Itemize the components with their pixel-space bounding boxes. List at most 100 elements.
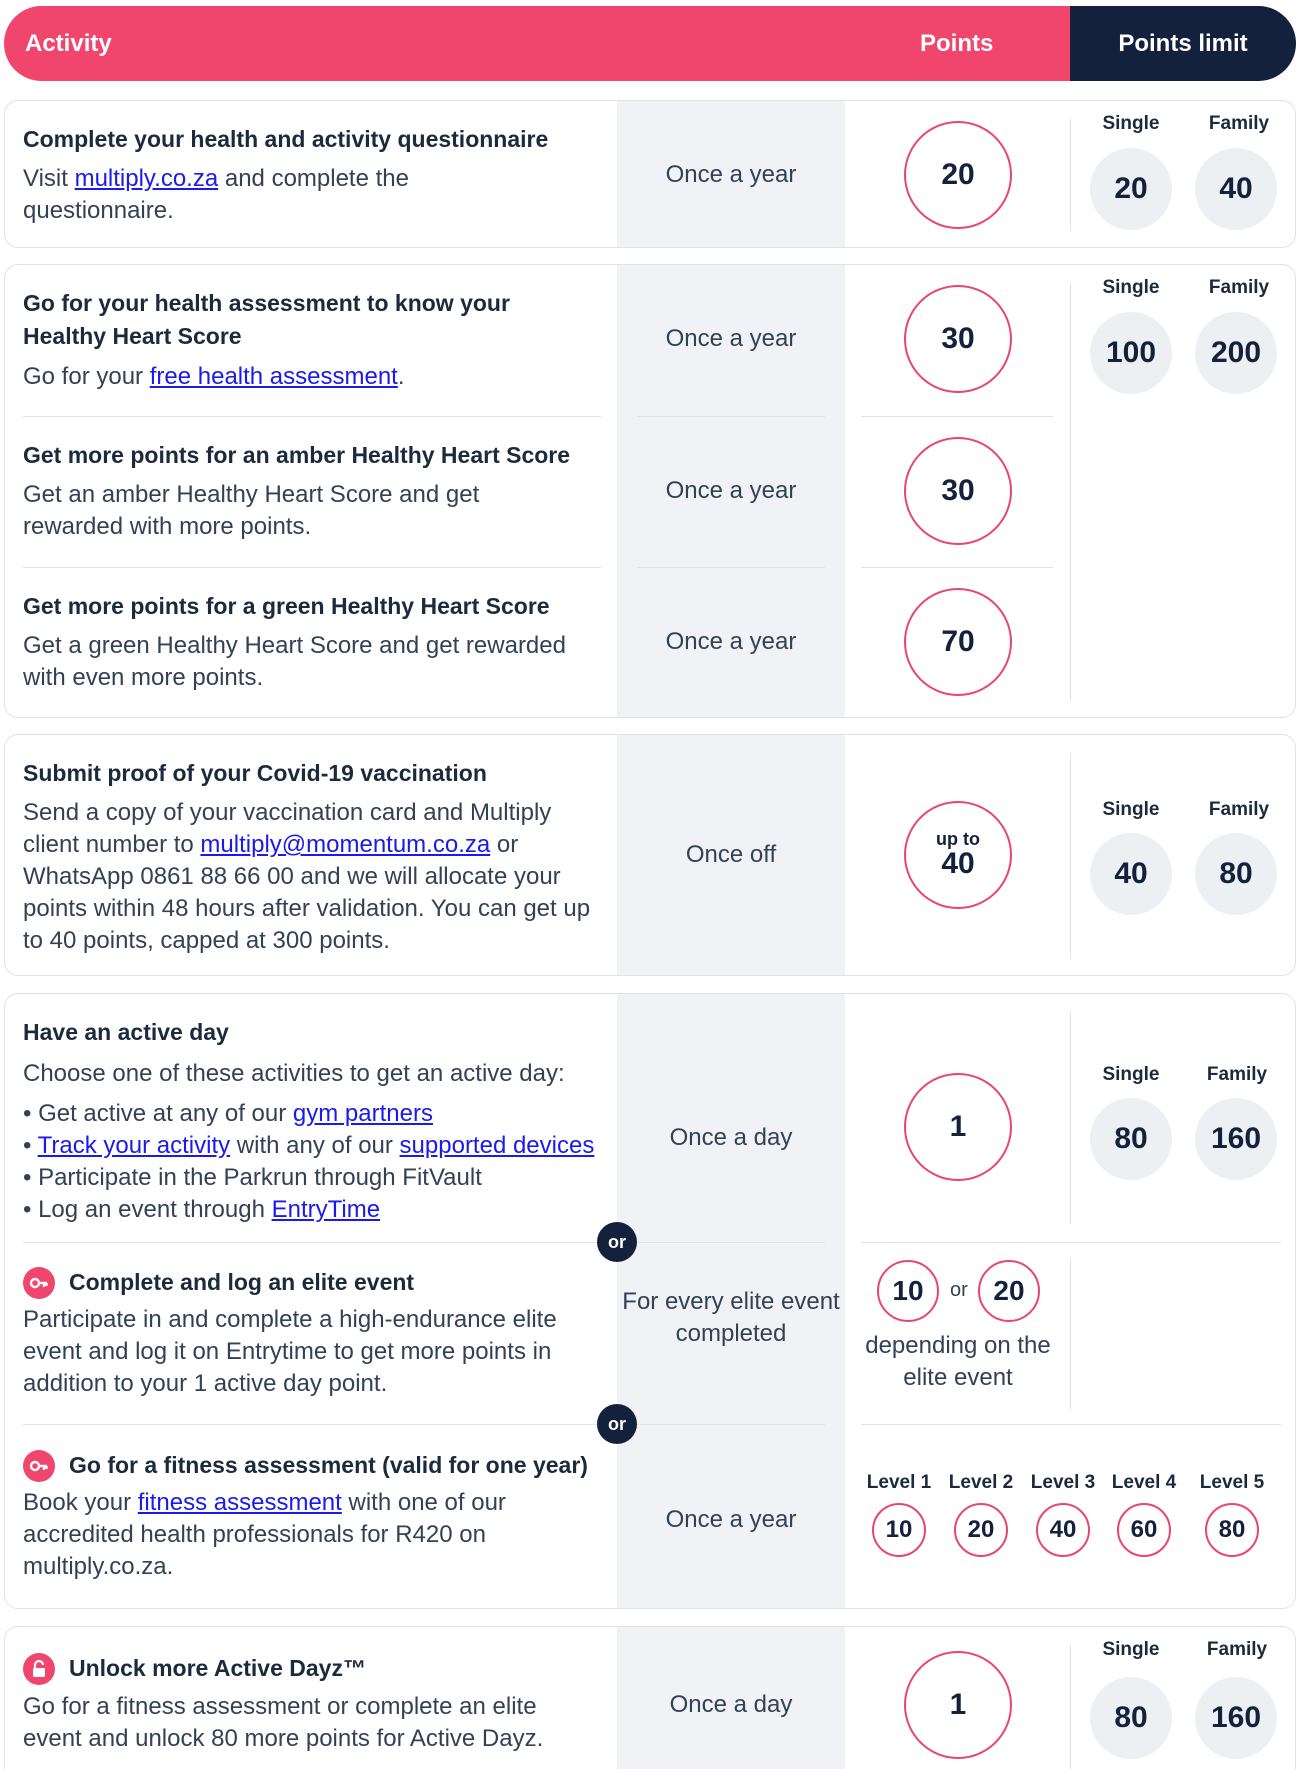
row-description: Get an amber Healthy Heart Score and get… <box>23 481 480 540</box>
limit-single-value: 80 <box>1090 1098 1172 1180</box>
row-description: Participate in and complete a high-endur… <box>23 1306 557 1397</box>
list-item: Log an event through EntryTime <box>23 1194 613 1226</box>
points-circle: up to 40 <box>904 801 1012 909</box>
row-description: Go for your free health assessment. <box>23 361 583 393</box>
or-badge: or <box>597 1222 637 1262</box>
points-value: 40 <box>941 847 975 880</box>
divider <box>1070 1258 1071 1410</box>
divider <box>1070 753 1071 959</box>
divider <box>23 567 601 568</box>
level-label: Level 2 <box>948 1472 1014 1493</box>
limit-single-value: 20 <box>1090 148 1172 230</box>
points-prefix: up to <box>936 829 980 849</box>
or-badge: or <box>597 1404 637 1444</box>
row-title: Get more points for an amber Healthy Hea… <box>23 442 571 468</box>
card-covid: Submit proof of your Covid-19 vaccinatio… <box>4 734 1296 976</box>
level-label: Level 1 <box>866 1472 932 1493</box>
list-item: Participate in the Parkrun through FitVa… <box>23 1162 613 1194</box>
card-unlock: Unlock more Active Dayz™ Go for a fitnes… <box>4 1626 1296 1769</box>
track-activity-link[interactable]: Track your activity <box>38 1132 230 1159</box>
divider <box>861 1242 1281 1243</box>
supported-devices-link[interactable]: supported devices <box>400 1132 595 1159</box>
divider <box>23 1242 601 1243</box>
divider <box>23 1424 601 1425</box>
divider <box>637 1242 825 1243</box>
padlock-icon <box>23 1653 55 1685</box>
row-description: Send a copy of your vaccination card and… <box>23 797 603 957</box>
row-title: Get more points for a green Healthy Hear… <box>23 593 550 619</box>
row-description: Visit multiply.co.za and complete the qu… <box>23 163 483 227</box>
row-frequency: Once a day <box>669 1691 793 1718</box>
row-description: Book your fitness assessment with one of… <box>23 1487 593 1583</box>
limit-single-value: 80 <box>1090 1677 1172 1759</box>
divider <box>1070 119 1071 231</box>
limit-single-label: Single <box>1102 1064 1160 1085</box>
row-title: Complete and log an elite event <box>69 1269 415 1295</box>
activity-list: Get active at any of our gym partners Tr… <box>23 1098 613 1226</box>
email-link[interactable]: multiply@momentum.co.za <box>200 831 490 858</box>
points-circle: 70 <box>904 588 1012 696</box>
limit-single-label: Single <box>1102 799 1160 820</box>
level-points-circle: 10 <box>872 1503 926 1557</box>
divider <box>1070 1012 1071 1224</box>
desc-text: Book your <box>23 1489 138 1516</box>
limit-family-label: Family <box>1206 1639 1268 1660</box>
row-frequency: Once off <box>685 841 777 868</box>
entrytime-link[interactable]: EntryTime <box>272 1196 380 1223</box>
limit-family-label: Family <box>1208 799 1270 820</box>
item-text: with any of our <box>230 1132 400 1159</box>
limit-single-value: 100 <box>1090 312 1172 394</box>
points-circle-b: 20 <box>978 1260 1040 1322</box>
row-frequency: Once a year <box>665 161 797 188</box>
divider <box>637 416 825 417</box>
limit-family-value: 200 <box>1195 312 1277 394</box>
level-label: Level 4 <box>1111 1472 1177 1493</box>
header-main: Activity Points <box>4 6 1070 81</box>
points-circle-a: 10 <box>877 1260 939 1322</box>
divider <box>861 1424 1281 1425</box>
points-note: depending on the elite event <box>865 1332 1051 1391</box>
header-points: Points <box>920 29 994 57</box>
level-label: Level 3 <box>1030 1472 1096 1493</box>
desc-text: . <box>397 363 405 390</box>
header-points-limit: Points limit <box>1070 6 1296 81</box>
limit-family-value: 160 <box>1195 1677 1277 1759</box>
points-circle: 30 <box>904 285 1012 393</box>
points-circle: 1 <box>904 1651 1012 1759</box>
limit-family-label: Family <box>1206 1064 1268 1085</box>
or-text: or <box>950 1279 968 1301</box>
row-frequency: Once a year <box>665 477 797 504</box>
header-activity: Activity <box>25 29 112 57</box>
divider <box>637 1424 825 1425</box>
free-health-assessment-link[interactable]: free health assessment <box>150 363 398 390</box>
row-title: Have an active day <box>23 1019 229 1045</box>
list-item: Track your activity with any of our supp… <box>23 1130 613 1162</box>
row-frequency: Once a year <box>665 628 797 655</box>
row-description: Go for a fitness assessment or complete … <box>23 1693 544 1752</box>
limit-family-label: Family <box>1208 277 1270 298</box>
gym-partners-link[interactable]: gym partners <box>293 1100 433 1127</box>
divider <box>861 416 1053 417</box>
desc-text: Go for your <box>23 363 150 390</box>
level-points-circle: 60 <box>1117 1503 1171 1557</box>
row-title: Unlock more Active Dayz™ <box>69 1655 366 1681</box>
limit-single-label: Single <box>1102 113 1160 134</box>
row-intro: Choose one of these activities to get an… <box>23 1060 565 1087</box>
row-title: Submit proof of your Covid-19 vaccinatio… <box>23 760 487 786</box>
divider <box>1070 1645 1071 1769</box>
desc-text: Visit <box>23 165 75 192</box>
item-text: Get active at any of our <box>38 1100 293 1127</box>
card-health-assessment: Go for your health assessment to know yo… <box>4 264 1296 718</box>
limit-single-label: Single <box>1102 277 1160 298</box>
fitness-assessment-link[interactable]: fitness assessment <box>138 1489 342 1516</box>
row-title: Go for your health assessment to know yo… <box>23 290 510 349</box>
divider <box>637 567 825 568</box>
limit-family-label: Family <box>1208 113 1270 134</box>
list-item: Get active at any of our gym partners <box>23 1098 613 1130</box>
multiply-link[interactable]: multiply.co.za <box>75 165 219 192</box>
level-points-circle: 40 <box>1036 1503 1090 1557</box>
limit-family-value: 80 <box>1195 833 1277 915</box>
level-points-circle: 20 <box>954 1503 1008 1557</box>
row-title: Complete your health and activity questi… <box>23 126 549 152</box>
limit-single-label: Single <box>1102 1639 1160 1660</box>
